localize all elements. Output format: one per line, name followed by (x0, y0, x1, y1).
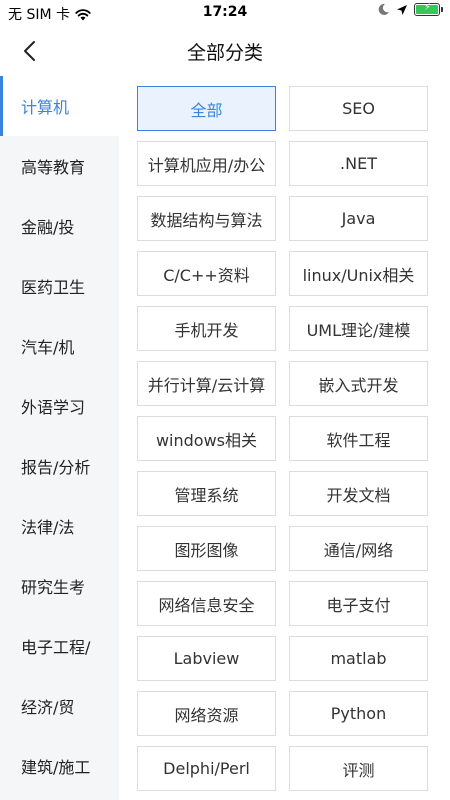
category-tag[interactable]: 电子支付 (289, 581, 428, 626)
sidebar-item[interactable]: 汽车/机 (0, 316, 119, 376)
category-tag[interactable]: 通信/网络 (289, 526, 428, 571)
location-icon (397, 4, 407, 15)
sidebar-item[interactable]: 外语学习 (0, 376, 119, 436)
moon-icon (378, 3, 389, 15)
sidebar-item[interactable]: 高等教育 (0, 136, 119, 196)
sidebar-item[interactable]: 研究生考 (0, 556, 119, 616)
sidebar-item-label: 医药卫生 (21, 278, 86, 297)
sidebar-item-label: 经济/贸 (21, 698, 75, 717)
category-sidebar: 计算机 高等教育 金融/投 医药卫生 汽车/机 外语学习 报告/分析 法律/法 … (0, 76, 119, 800)
category-tag-label: 网络资源 (174, 705, 239, 725)
category-tag[interactable]: 计算机应用/办公 (137, 141, 276, 186)
category-tag-label: Labview (173, 649, 240, 668)
sidebar-item-label: 研究生考 (21, 578, 86, 597)
category-tag-label: linux/Unix相关 (302, 265, 415, 285)
category-tag[interactable]: 开发文档 (289, 471, 428, 516)
sidebar-item-label: 金融/投 (21, 218, 75, 237)
category-tag-label: 电子支付 (326, 595, 391, 615)
category-tag[interactable]: Java (289, 196, 428, 241)
category-tag-label: .NET (340, 154, 377, 173)
category-tag-label: Java (341, 209, 376, 228)
category-tag[interactable]: 网络信息安全 (137, 581, 276, 626)
category-tag-label: 评测 (342, 760, 375, 780)
category-tag[interactable]: 图形图像 (137, 526, 276, 571)
category-tag-label: Python (330, 704, 387, 723)
category-tag-label: 网络信息安全 (158, 595, 255, 615)
category-tag-label: C/C++资料 (163, 265, 250, 285)
sidebar-item-label: 法律/法 (21, 518, 75, 537)
category-tag[interactable]: C/C++资料 (137, 251, 276, 296)
category-tag-label: SEO (342, 99, 375, 118)
category-tag-label: 软件工程 (326, 430, 391, 450)
category-tag[interactable]: Labview (137, 636, 276, 681)
sidebar-item-label: 计算机 (21, 98, 70, 117)
page-title: 全部分类 (186, 42, 263, 64)
category-tag-label: Delphi/Perl (163, 759, 250, 778)
sidebar-item-label: 报告/分析 (21, 458, 91, 477)
category-tag-label: matlab (330, 649, 387, 668)
category-tag-label: windows相关 (155, 430, 258, 450)
category-tag[interactable]: 评测 (289, 746, 428, 791)
sidebar-item[interactable]: 计算机 (0, 76, 119, 136)
category-tag[interactable]: 数据结构与算法 (137, 196, 276, 241)
category-tag-label: 计算机应用/办公 (147, 155, 266, 175)
category-tag[interactable]: SEO (289, 86, 428, 131)
category-tag[interactable]: 管理系统 (137, 471, 276, 516)
category-tag[interactable]: Delphi/Perl (137, 746, 276, 791)
category-tag[interactable]: 手机开发 (137, 306, 276, 351)
sidebar-item[interactable]: 法律/法 (0, 496, 119, 556)
sidebar-item[interactable]: 医药卫生 (0, 256, 119, 316)
sidebar-item-label: 高等教育 (21, 158, 86, 177)
category-tag-label: 管理系统 (174, 485, 239, 505)
category-tag-label: 嵌入式开发 (318, 375, 399, 395)
sidebar-item[interactable]: 建筑/施工 (0, 736, 119, 796)
battery-icon: ⚡ (414, 2, 443, 16)
category-tag[interactable]: windows相关 (137, 416, 276, 461)
category-tag[interactable]: 并行计算/云计算 (137, 361, 276, 406)
category-tag[interactable]: Python (289, 691, 428, 736)
category-tag-label: 数据结构与算法 (150, 210, 263, 230)
category-tag-label: 通信/网络 (323, 540, 394, 560)
category-tag-label: 全部 (190, 100, 223, 120)
sidebar-item[interactable]: 报告/分析 (0, 436, 119, 496)
category-tag[interactable]: UML理论/建模 (289, 306, 428, 351)
category-tag[interactable]: 嵌入式开发 (289, 361, 428, 406)
category-tag-label: 并行计算/云计算 (147, 375, 266, 395)
sidebar-item[interactable]: 电子工程/ (0, 616, 119, 676)
category-tag-label: 图形图像 (174, 540, 239, 560)
sidebar-item-label: 外语学习 (21, 398, 86, 417)
sidebar-item-label: 汽车/机 (21, 338, 75, 357)
sidebar-item[interactable]: 金融/投 (0, 196, 119, 256)
category-tag[interactable]: 软件工程 (289, 416, 428, 461)
status-right: ⚡ (377, 2, 443, 16)
status-bar: 无 SIM 卡 17:24 ⚡ (0, 0, 450, 26)
subcategory-grid: 全部 SEO 计算机应用/办公 .NET 数据结构与算法 Java C/C++资… (137, 86, 429, 791)
category-tag[interactable]: .NET (289, 141, 428, 186)
category-tag-label: UML理论/建模 (306, 320, 411, 340)
category-tag[interactable]: 全部 (137, 86, 276, 131)
category-tag[interactable]: 网络资源 (137, 691, 276, 736)
category-tag-label: 手机开发 (174, 320, 239, 340)
sidebar-item[interactable]: 经济/贸 (0, 676, 119, 736)
category-tag[interactable]: linux/Unix相关 (289, 251, 428, 296)
sidebar-item-label: 建筑/施工 (21, 758, 91, 777)
category-tag-label: 开发文档 (326, 485, 391, 505)
nav-bar: 全部分类 (0, 26, 450, 76)
sidebar-item-label: 电子工程/ (21, 638, 91, 657)
category-tag[interactable]: matlab (289, 636, 428, 681)
